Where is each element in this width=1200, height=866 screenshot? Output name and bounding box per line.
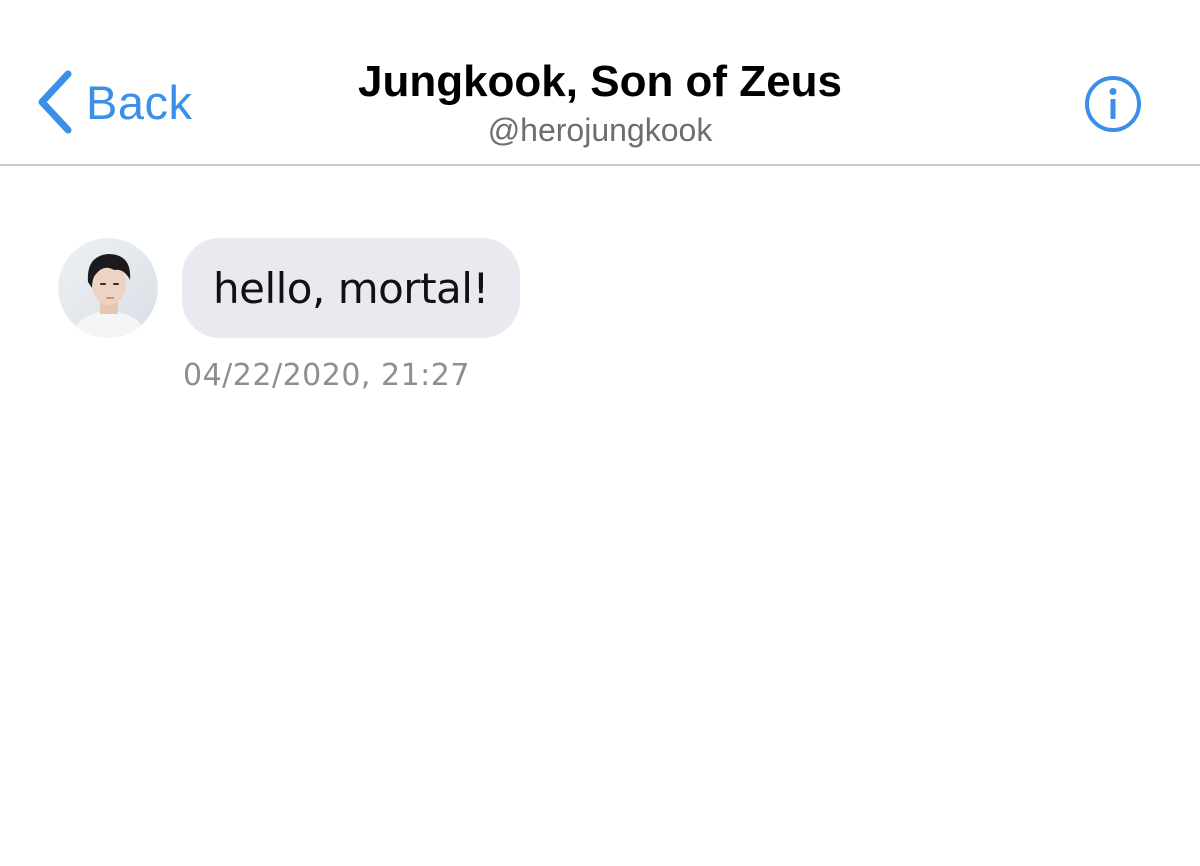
user-handle: @herojungkook bbox=[487, 112, 713, 148]
chevron-left-icon bbox=[38, 70, 72, 134]
message-text: hello, mortal! bbox=[213, 263, 489, 313]
back-label: Back bbox=[86, 75, 193, 129]
navigation-bar: Back Jungkook, Son of Zeus @herojungkook bbox=[0, 0, 1200, 166]
conversation-header: Jungkook, Son of Zeus @herojungkook bbox=[200, 56, 1000, 152]
back-button[interactable]: Back bbox=[34, 66, 193, 138]
page-title: Jungkook, Son of Zeus bbox=[357, 57, 843, 106]
info-button[interactable] bbox=[1083, 74, 1143, 134]
info-icon bbox=[1085, 76, 1141, 132]
message-row: hello, mortal! bbox=[58, 238, 520, 338]
message-timestamp: 04/22/2020, 21:27 bbox=[183, 358, 470, 393]
avatar[interactable] bbox=[58, 238, 158, 338]
message-bubble[interactable]: hello, mortal! bbox=[182, 238, 520, 338]
